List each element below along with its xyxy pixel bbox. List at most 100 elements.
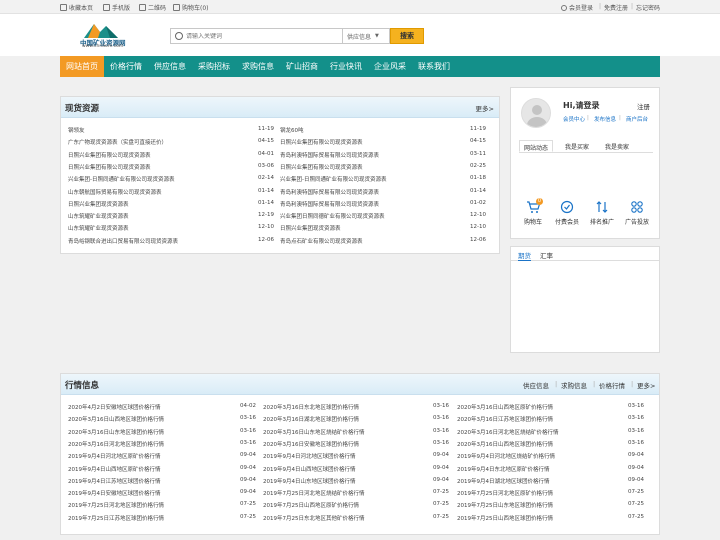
list-item-date: 03-16: [628, 439, 644, 446]
nav-item[interactable]: 行业快讯: [324, 56, 368, 77]
member-center-link[interactable]: 会员中心: [563, 115, 585, 123]
purchase-link[interactable]: 求购信息: [561, 380, 587, 390]
market-list-item[interactable]: 2020年3月16日山东地区球团价格行情: [68, 428, 164, 436]
market-list-item[interactable]: 2020年3月16日山西地区原矿价格行情: [457, 403, 553, 411]
spot-list-item[interactable]: 钢领友: [68, 126, 85, 134]
nav-item[interactable]: 联系我们: [412, 56, 456, 77]
spot-list-item[interactable]: 青岛利澳特国际贸易有限公司现货资源表: [280, 188, 379, 196]
market-list-item[interactable]: 2020年3月16日山东地区烧结矿价格行情: [263, 428, 365, 436]
market-list-item[interactable]: 2019年7月25日河北地区球团价格行情: [68, 501, 164, 509]
register-button[interactable]: 注册: [637, 101, 650, 111]
service-cart[interactable]: 0 购物车: [516, 198, 550, 226]
tab-futures[interactable]: 期货: [518, 250, 531, 261]
spot-list-item[interactable]: 山东朝航国际贸易有限公司现货资源表: [68, 188, 162, 196]
market-list-item[interactable]: 2019年9月4日河北地区烧结矿价格行情: [457, 452, 555, 460]
qrcode-link[interactable]: 二维码: [139, 3, 166, 12]
spot-list-item[interactable]: 兴业集团日照同德矿业有限公司现货资源表: [280, 212, 385, 220]
spot-list-item[interactable]: 日照兴业集团现货资源表: [280, 224, 341, 232]
spot-list-item[interactable]: 山东筑耀矿业现货资源表: [68, 224, 129, 232]
price-link[interactable]: 价格行情: [599, 380, 625, 390]
market-list-item[interactable]: 2019年9月4日山西地区球团价格行情: [263, 465, 356, 473]
tab-seller[interactable]: 我是卖家: [601, 140, 633, 152]
tab-site-news[interactable]: 网站动态: [519, 140, 554, 152]
bookmark-link[interactable]: 收藏本页: [60, 3, 93, 12]
market-list-item[interactable]: 2020年3月16日河北地区烧结矿价格行情: [457, 428, 559, 436]
spot-list-item[interactable]: 日照兴业集团有限公司现货资源表: [280, 138, 363, 146]
merchant-backend-link[interactable]: 商户后台: [626, 115, 648, 123]
market-list-item[interactable]: 2020年3月16日江苏地区球团价格行情: [457, 415, 553, 423]
spot-list-item[interactable]: 日照兴业集团有限公司现货资源表: [280, 163, 363, 171]
list-item-date: 09-04: [628, 464, 644, 471]
market-list-item[interactable]: 2020年3月16日河北地区球团价格行情: [68, 440, 164, 448]
login-greeting[interactable]: Hi,请登录: [563, 100, 599, 111]
market-list-item[interactable]: 2019年7月25日江苏地区球团价格行情: [68, 514, 164, 522]
spot-list-item[interactable]: 日照兴业集团有限公司现货资源表: [68, 151, 151, 159]
spot-list-item[interactable]: 日照兴业集团有限公司现货资源表: [68, 163, 151, 171]
market-list-item[interactable]: 2020年3月16日山西地区球团价格行情: [457, 440, 553, 448]
list-item-date: 04-02: [240, 403, 256, 409]
market-list-item[interactable]: 2019年9月4日河北地区原矿价格行情: [68, 452, 161, 460]
market-list-item[interactable]: 2019年7月25日山西地区原矿价格行情: [263, 501, 359, 509]
service-paid-member[interactable]: 付费会员: [550, 200, 584, 226]
spot-list-item[interactable]: 青岛峪钢联合进出口贸易有限公司现货资源表: [68, 237, 178, 245]
spot-resources-panel: 现货资源 更多> 钢领友 11-19 广东广物现货资源表（实盘可直接还价） 04-15…: [60, 96, 500, 254]
ad-icon: [630, 200, 644, 214]
supply-link[interactable]: 供应信息: [523, 380, 549, 390]
spot-list-item[interactable]: 日照兴业集团现货资源表: [68, 200, 129, 208]
service-advertising[interactable]: 广告投放: [620, 200, 654, 226]
cart-link[interactable]: 购物车(0): [173, 3, 209, 12]
spot-list-item[interactable]: 广东广物现货资源表（实盘可直接还价）: [68, 138, 167, 146]
site-logo[interactable]: 中国矿业资源网 www.chnaore.com: [80, 20, 138, 50]
nav-item[interactable]: 求购信息: [236, 56, 280, 77]
market-list-item[interactable]: 2020年3月16日东北地区球团价格行情: [263, 403, 359, 411]
market-list-item[interactable]: 2020年3月16日山西地区球团价格行情: [68, 415, 164, 423]
market-list-item[interactable]: 2019年7月25日河北地区烧结矿价格行情: [263, 489, 365, 497]
list-item-date: 11-19: [470, 126, 486, 132]
publish-info-link[interactable]: 发布信息: [594, 115, 616, 123]
panel-header: 行情信息 供应信息 | 求购信息 | 价格行情 | 更多>: [61, 374, 659, 395]
nav-item[interactable]: 矿山招商: [280, 56, 324, 77]
more-link[interactable]: 更多>: [476, 103, 494, 113]
market-list-item[interactable]: 2019年7月25日河北地区原矿价格行情: [457, 489, 553, 497]
market-list-item[interactable]: 2020年4月2日安徽地区球团价格行情: [68, 403, 161, 411]
login-link[interactable]: 会员登录: [561, 3, 593, 12]
spot-list-item[interactable]: 山东筑耀矿业现货资源表: [68, 212, 129, 220]
market-list-item[interactable]: 2019年7月25日山西地区球团价格行情: [457, 514, 553, 522]
list-item-date: 03-16: [628, 415, 644, 422]
nav-item[interactable]: 价格行情: [104, 56, 148, 77]
market-list-item[interactable]: 2019年9月4日东北地区原矿价格行情: [457, 465, 550, 473]
market-list-item[interactable]: 2019年9月4日安徽地区球团价格行情: [68, 489, 161, 497]
market-list-item[interactable]: 2019年9月4日江苏地区球团价格行情: [68, 477, 161, 485]
market-list-item[interactable]: 2020年3月16日湖北地区球团价格行情: [263, 415, 359, 423]
register-link[interactable]: 免费注册: [604, 3, 628, 12]
search-button[interactable]: 搜索: [390, 28, 424, 44]
nav-item[interactable]: 采购招标: [192, 56, 236, 77]
spot-list-item[interactable]: 青岛利澳特国际贸易有限公司现货资源表: [280, 151, 379, 159]
spot-list-item[interactable]: 钢龙60吨: [280, 126, 304, 134]
nav-item[interactable]: 供应信息: [148, 56, 192, 77]
service-ranking[interactable]: 排名推广: [585, 200, 619, 226]
market-list-item[interactable]: 2020年3月16日安徽地区球团价格行情: [263, 440, 359, 448]
service-label: 付费会员: [554, 219, 579, 226]
link-separator: |: [619, 115, 621, 121]
tab-buyer[interactable]: 我是买家: [561, 140, 593, 152]
market-list-item[interactable]: 2019年7月25日东北地区其他矿价格行情: [263, 514, 365, 522]
spot-list-item[interactable]: 青岛利澳特国际贸易有限公司现货资源表: [280, 200, 379, 208]
forgot-password-link[interactable]: 忘记密码: [636, 3, 660, 12]
market-list-item[interactable]: 2019年9月4日湖北地区球团价格行情: [457, 477, 550, 485]
market-list-item[interactable]: 2019年7月25日山东地区球团价格行情: [457, 501, 553, 509]
nav-item[interactable]: 网站首页: [60, 56, 104, 77]
nav-item[interactable]: 企业风采: [368, 56, 412, 77]
spot-list-item[interactable]: 青岛点石矿业有限公司现货资源表: [280, 237, 363, 245]
spot-list-item[interactable]: 兴业集团-日照同通矿业有限公司现货资源表: [68, 175, 175, 183]
mobile-link[interactable]: 手机版: [103, 3, 130, 12]
list-item-date: 09-04: [628, 476, 644, 483]
market-list-item[interactable]: 2019年9月4日河北地区球团价格行情: [263, 452, 356, 460]
more-link[interactable]: 更多>: [637, 380, 655, 390]
search-input[interactable]: [186, 32, 336, 40]
spot-list-item[interactable]: 兴业集团-日照同通矿业有限公司现货资源表: [280, 175, 387, 183]
market-list-item[interactable]: 2019年9月4日山西地区原矿价格行情: [68, 465, 161, 473]
market-list-item[interactable]: 2019年9月4日山东地区球团价格行情: [263, 477, 356, 485]
tab-exchange-rate[interactable]: 汇率: [540, 250, 553, 260]
search-category-select[interactable]: 供应信息 ▼: [342, 28, 390, 44]
